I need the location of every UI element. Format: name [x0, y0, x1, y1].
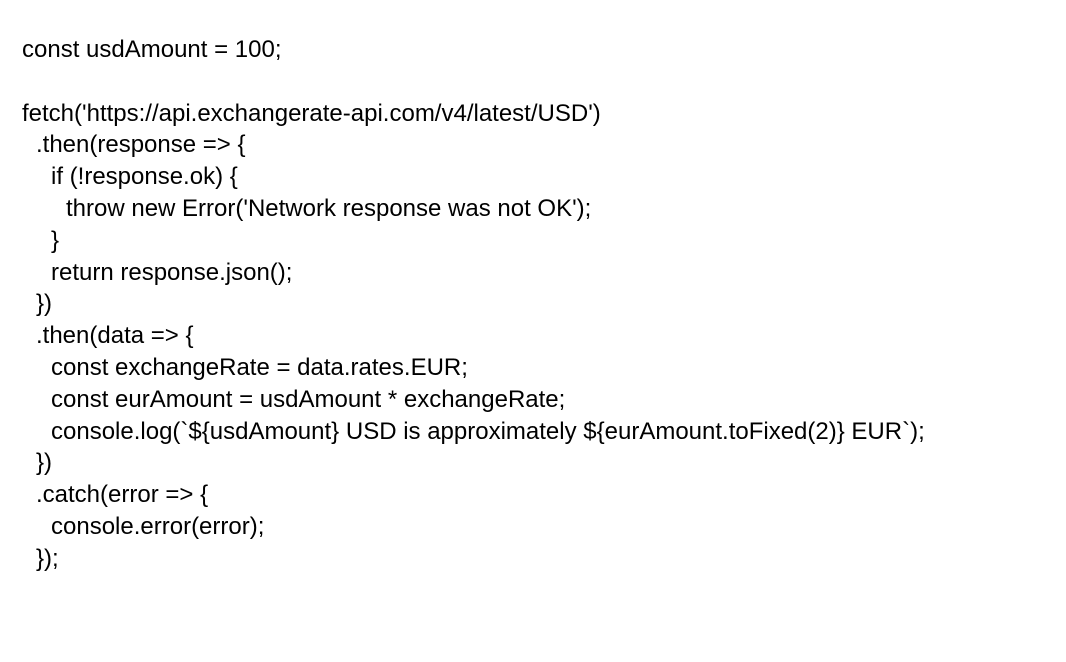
code-line: return response.json();: [51, 258, 293, 286]
code-line: .then(response => {: [36, 131, 246, 159]
code-line: const exchangeRate = data.rates.EUR;: [51, 353, 468, 381]
code-line: .catch(error => {: [36, 481, 209, 509]
code-line: }: [51, 226, 60, 254]
code-line: throw new Error('Network response was no…: [66, 194, 592, 222]
code-line: const eurAmount = usdAmount * exchangeRa…: [51, 385, 566, 413]
code-line: console.error(error);: [51, 512, 265, 540]
code-line: fetch('https://api.exchangerate-api.com/…: [22, 99, 601, 127]
code-line: const usdAmount = 100;: [22, 36, 282, 63]
code-line: .then(data => {: [36, 322, 194, 350]
code-line: });: [36, 544, 59, 572]
code-line: console.log(`${usdAmount} USD is approxi…: [51, 417, 925, 445]
code-block: const usdAmount = 100; fetch('https://ap…: [22, 34, 925, 575]
code-line: if (!response.ok) {: [51, 163, 238, 191]
code-line: }): [36, 449, 53, 477]
code-line: }): [36, 290, 53, 318]
